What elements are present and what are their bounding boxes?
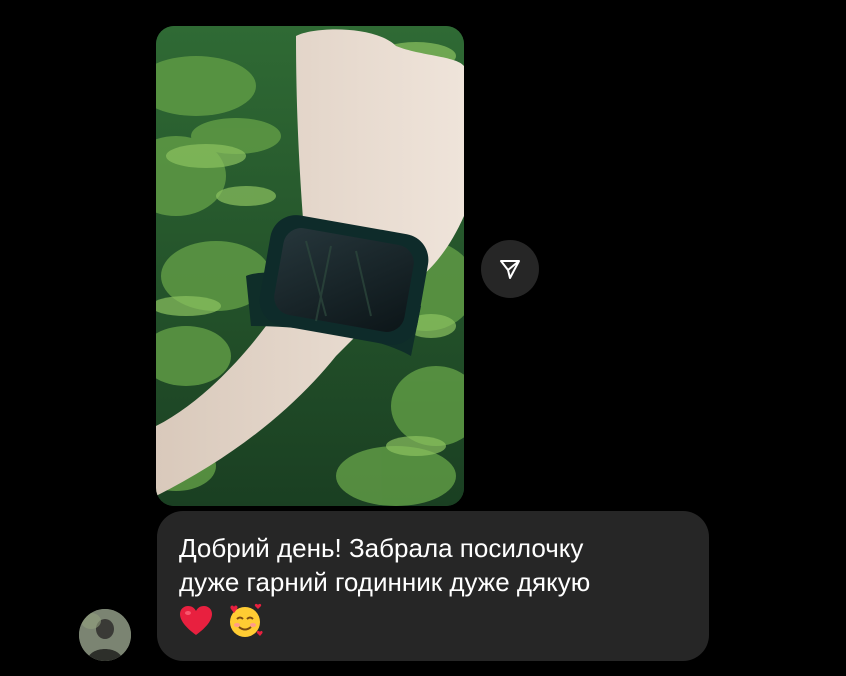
paper-plane-icon <box>500 260 520 279</box>
sender-avatar[interactable] <box>79 609 131 661</box>
message-line-2: дуже гарний годинник дуже дякую <box>179 567 591 597</box>
photo-message[interactable] <box>156 26 464 506</box>
smiling-face-with-hearts-icon <box>230 603 263 637</box>
red-heart-icon <box>180 606 212 635</box>
avatar-image <box>79 609 131 661</box>
chat-thread: Добрий день! Забрала посилочку дуже гарн… <box>0 0 846 676</box>
emoji-row <box>179 603 685 639</box>
text-message-bubble[interactable]: Добрий день! Забрала посилочку дуже гарн… <box>157 511 709 661</box>
wrist-watch-photo <box>156 26 464 506</box>
share-button[interactable] <box>481 240 539 298</box>
message-line-1: Добрий день! Забрала посилочку <box>179 533 584 563</box>
